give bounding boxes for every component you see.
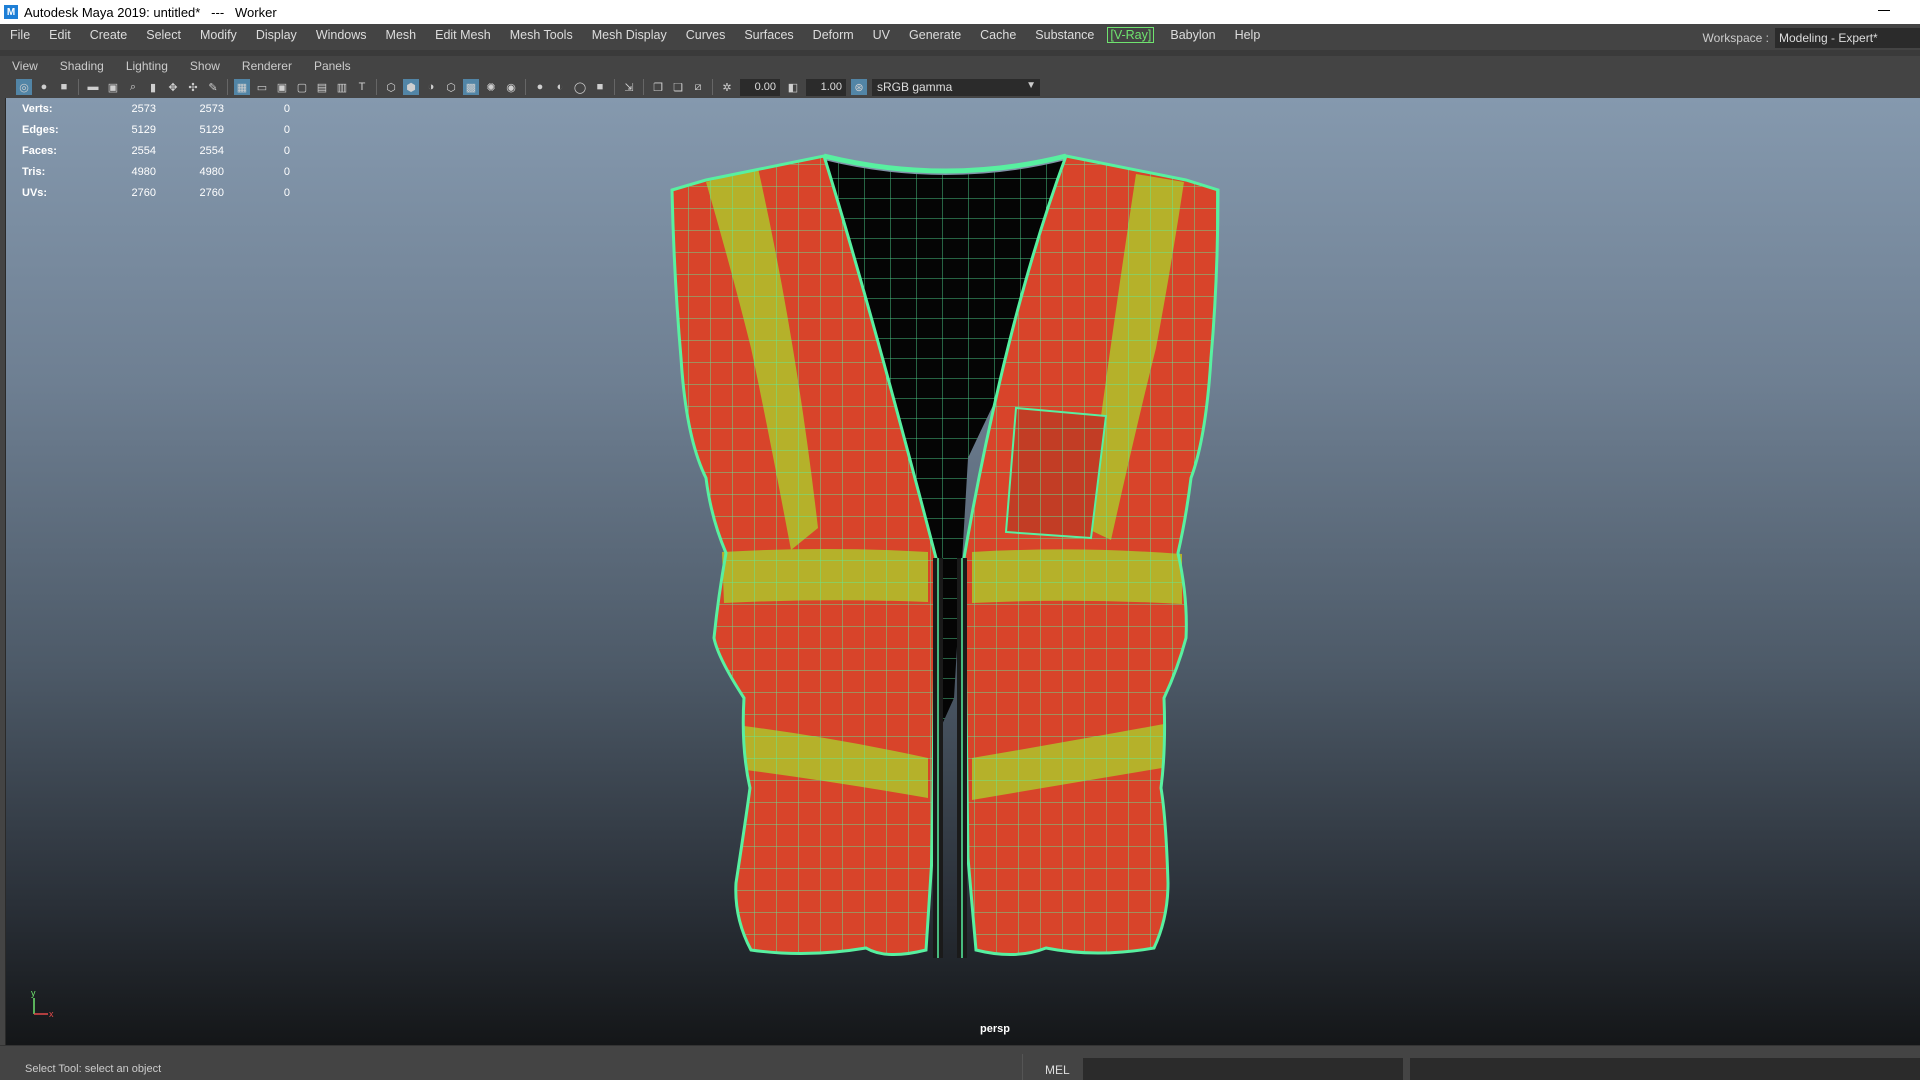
menu-deform[interactable]: Deform (803, 28, 863, 42)
xray-joints-icon[interactable]: ⧄ (690, 79, 706, 95)
anti-aliasing-icon[interactable]: ◯ (572, 79, 588, 95)
menu-surfaces[interactable]: Surfaces (734, 28, 802, 42)
menu-file[interactable]: File (0, 28, 39, 42)
grid-icon[interactable]: ✥ (165, 79, 181, 95)
toolbar-separator (643, 79, 644, 95)
image-plane-icon[interactable]: ▣ (105, 79, 121, 95)
status-separator (1022, 1054, 1023, 1080)
vest-mesh[interactable] (6, 98, 1920, 1045)
screen-space-ao-icon[interactable]: ● (532, 79, 548, 95)
menu-mesh[interactable]: Mesh (376, 28, 426, 42)
panel-menu-lighting[interactable]: Lighting (114, 59, 178, 73)
bookmarks-icon[interactable]: ▬ (85, 79, 101, 95)
use-all-lights-icon[interactable]: ✺ (483, 79, 499, 95)
toolbar-separator (614, 79, 615, 95)
menu-mesh-display[interactable]: Mesh Display (582, 28, 676, 42)
camera-label: persp (980, 1023, 1010, 1035)
view-axis-gizmo: y x (31, 988, 54, 1018)
menu-windows[interactable]: Windows (306, 28, 376, 42)
menu-edit-mesh[interactable]: Edit Mesh (425, 28, 500, 42)
chevron-down-icon: ▼ (1026, 79, 1036, 91)
menu-help[interactable]: Help (1225, 28, 1270, 42)
lock-camera-icon[interactable]: ● (36, 79, 52, 95)
panel-toolbar: ◎ ● ■ ▬ ▣ ⌕ ▮ ✥ ✣ ✎ ▦ ▭ ▣ ▢ ▤ ▥ T ⬡ ⬢ ◑ … (0, 76, 1920, 98)
isolate-select-icon[interactable]: ⇲ (621, 79, 637, 95)
toolbar-separator (376, 79, 377, 95)
title-safe-icon[interactable]: ▥ (334, 79, 350, 95)
default-material-icon[interactable]: ◑ (423, 79, 439, 95)
shadows-icon[interactable]: ◉ (503, 79, 519, 95)
smooth-shade-icon[interactable]: ⬢ (403, 79, 419, 95)
toolbar-separator (712, 79, 713, 95)
menu-babylon[interactable]: Babylon (1160, 28, 1224, 42)
exposure-field[interactable]: 0.00 (740, 78, 780, 96)
script-language-toggle[interactable]: MEL (1045, 1063, 1070, 1077)
toolbar-separator (525, 79, 526, 95)
axis-x-label: x (49, 1009, 54, 1018)
xray-icon[interactable]: ❐ (650, 79, 666, 95)
gamma-field[interactable]: 1.00 (806, 78, 846, 96)
menu-uv[interactable]: UV (863, 28, 899, 42)
window-title: Autodesk Maya 2019: untitled* --- Worker (24, 4, 277, 20)
safe-title-icon[interactable]: ▤ (314, 79, 330, 95)
maya-logo-icon: M (4, 5, 18, 19)
title-bar: M Autodesk Maya 2019: untitled* --- Work… (0, 0, 1920, 24)
menu-mesh-tools[interactable]: Mesh Tools (500, 28, 582, 42)
view-transform-value: sRGB gamma (877, 79, 953, 94)
persp-viewport[interactable]: Verts: 2573 2573 0 Edges: 5129 5129 0 Fa… (5, 98, 1920, 1045)
main-menu-bar: File Edit Create Select Modify Display W… (0, 24, 1920, 46)
view-transform-dropdown[interactable]: sRGB gamma ▼ (872, 78, 1040, 96)
command-line-output (1410, 1058, 1920, 1080)
safe-action-icon[interactable]: ▢ (294, 79, 310, 95)
menu-select[interactable]: Select (136, 28, 190, 42)
menu-vray[interactable]: [V-Ray] (1107, 27, 1155, 43)
workspace-label: Workspace : (1702, 31, 1769, 45)
panel-menu-show[interactable]: Show (178, 59, 230, 73)
menu-modify[interactable]: Modify (190, 28, 246, 42)
field-chart-icon[interactable]: ▣ (274, 79, 290, 95)
panel-menu-shading[interactable]: Shading (48, 59, 114, 73)
wireframe-grid-icon[interactable]: ▦ (234, 79, 250, 95)
gate-mask-icon[interactable]: ▭ (254, 79, 270, 95)
help-line: Select Tool: select an object MEL (0, 1045, 1920, 1080)
2d-pan-zoom-icon[interactable]: ⌕ (125, 79, 141, 95)
wireframe-icon[interactable]: ⬡ (383, 79, 399, 95)
menu-display[interactable]: Display (246, 28, 306, 42)
xray-active-components-icon[interactable]: ❏ (670, 79, 686, 95)
resolution-gate-icon[interactable]: ✎ (205, 79, 221, 95)
select-camera-icon[interactable]: ◎ (16, 79, 32, 95)
depth-of-field-icon[interactable]: ■ (592, 79, 608, 95)
wireframe-on-shaded-icon[interactable]: ⬡ (443, 79, 459, 95)
exposure-icon[interactable]: ✲ (719, 79, 735, 95)
help-line-text: Select Tool: select an object (25, 1063, 162, 1075)
panel-menu-panels[interactable]: Panels (302, 59, 361, 73)
command-line-input[interactable] (1083, 1058, 1403, 1080)
panel-menu-bar: View Shading Lighting Show Renderer Pane… (0, 56, 1920, 76)
camera-attributes-icon[interactable]: ■ (56, 79, 72, 95)
menu-edit[interactable]: Edit (39, 28, 80, 42)
workspace-dropdown[interactable]: Modeling - Expert* (1775, 28, 1920, 48)
toolbar-separator (227, 79, 228, 95)
menu-substance[interactable]: Substance (1025, 28, 1103, 42)
axis-y-label: y (31, 988, 36, 998)
film-gate-icon[interactable]: ✣ (185, 79, 201, 95)
menu-generate[interactable]: Generate (899, 28, 970, 42)
panel-menu-renderer[interactable]: Renderer (230, 59, 302, 73)
color-management-icon[interactable]: ⊛ (851, 79, 867, 95)
menu-create[interactable]: Create (80, 28, 137, 42)
gamma-icon[interactable]: ◧ (785, 79, 801, 95)
workspace-selector: Workspace : Modeling - Expert* (1703, 24, 1920, 52)
text-overlay-icon[interactable]: T (354, 79, 370, 95)
motion-blur-icon[interactable]: ◐ (552, 79, 568, 95)
textured-icon[interactable]: ▩ (463, 79, 479, 95)
menu-curves[interactable]: Curves (676, 28, 735, 42)
panel-menu-view[interactable]: View (0, 59, 48, 73)
grease-pencil-icon[interactable]: ▮ (145, 79, 161, 95)
toolbar-separator (78, 79, 79, 95)
minimize-icon[interactable] (1878, 10, 1890, 11)
menu-cache[interactable]: Cache (970, 28, 1025, 42)
